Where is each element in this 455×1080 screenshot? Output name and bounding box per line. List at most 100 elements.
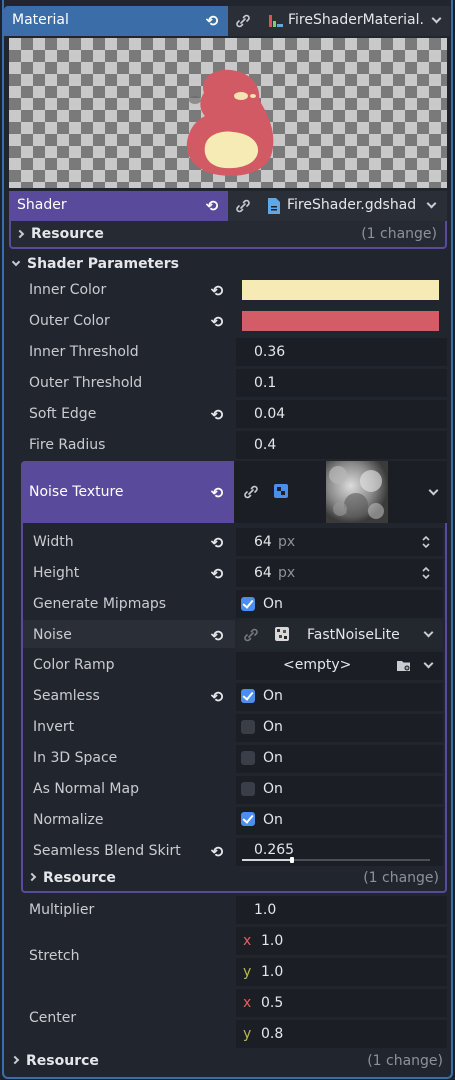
- inner-color-swatch[interactable]: [242, 280, 439, 300]
- revert-icon[interactable]: ⟲: [209, 283, 225, 299]
- normalize-text: On: [263, 812, 283, 828]
- material-label: Material: [12, 12, 69, 28]
- material-header[interactable]: Material ⟲: [4, 6, 228, 36]
- shader-resource-section[interactable]: Resource (1 change): [9, 221, 447, 249]
- soft-edge-value: 0.04: [254, 406, 286, 422]
- material-resource-picker[interactable]: FireShaderMaterial.: [228, 6, 450, 36]
- center-label: Center: [29, 1010, 77, 1026]
- invert-text: On: [263, 719, 283, 735]
- revert-icon[interactable]: ⟲: [204, 198, 220, 214]
- revert-icon[interactable]: ⟲: [209, 566, 225, 582]
- outer-threshold-label: Outer Threshold: [29, 375, 143, 391]
- revert-icon[interactable]: ⟲: [209, 535, 225, 551]
- width-value: 64: [254, 534, 272, 550]
- multiplier-label: Multiplier: [29, 902, 95, 918]
- center-y-value: 0.8: [261, 1026, 284, 1042]
- color-ramp-value: <empty>: [283, 657, 352, 673]
- link-icon[interactable]: [234, 197, 252, 215]
- height-value: 64: [254, 565, 272, 581]
- link-icon[interactable]: [242, 626, 260, 644]
- outer-color-swatch[interactable]: [242, 311, 439, 331]
- seamless-blend-skirt-label: Seamless Blend Skirt: [33, 843, 181, 859]
- fire-radius-value: 0.4: [254, 437, 277, 453]
- chevron-down-icon[interactable]: [431, 13, 442, 24]
- noise-texture-label: Noise Texture: [29, 484, 124, 500]
- invert-checkbox[interactable]: [241, 720, 255, 734]
- shader-header[interactable]: Shader ⟲: [9, 191, 228, 221]
- chevron-down-icon[interactable]: [428, 485, 439, 496]
- revert-icon[interactable]: ⟲: [209, 485, 225, 501]
- stretch-y-axis-label: y: [243, 964, 252, 980]
- height-label: Height: [33, 565, 80, 581]
- link-icon[interactable]: [242, 483, 260, 501]
- seamless-blend-skirt-slider-grabber[interactable]: [290, 857, 294, 863]
- noise-texture-header[interactable]: Noise Texture ⟲: [21, 461, 234, 523]
- resource-changes: (1 change): [367, 1053, 443, 1069]
- as-normal-map-checkbox[interactable]: [241, 782, 255, 796]
- in-3d-space-text: On: [263, 750, 283, 766]
- chevron-right-icon: [15, 229, 25, 239]
- resource-label: Resource: [43, 870, 116, 886]
- spinner-icon[interactable]: [421, 534, 431, 550]
- chevron-down-icon[interactable]: [426, 198, 437, 209]
- shader-file-icon: [268, 198, 280, 214]
- shader-resource-picker[interactable]: FireShader.gdshad: [228, 191, 447, 221]
- spinner-icon[interactable]: [421, 565, 431, 581]
- in-3d-space-checkbox[interactable]: [241, 751, 255, 765]
- link-icon[interactable]: [234, 12, 252, 30]
- invert-label: Invert: [33, 719, 75, 735]
- inner-threshold-value: 0.36: [254, 344, 286, 360]
- seamless-blend-skirt-slider-fill: [242, 859, 292, 861]
- noise-label: Noise: [33, 627, 72, 643]
- center-y-axis-label: y: [243, 1026, 252, 1042]
- in-3d-space-label: In 3D Space: [33, 750, 118, 766]
- seamless-label: Seamless: [33, 688, 100, 704]
- shader-parameters-header[interactable]: Shader Parameters: [9, 253, 447, 277]
- as-normal-map-text: On: [263, 781, 283, 797]
- material-preview: [9, 38, 447, 188]
- revert-icon[interactable]: ⟲: [209, 628, 225, 644]
- revert-icon[interactable]: ⟲: [209, 314, 225, 330]
- center-x-axis-label: x: [243, 995, 252, 1011]
- revert-icon[interactable]: ⟲: [204, 13, 220, 29]
- normalize-label: Normalize: [33, 812, 104, 828]
- revert-icon[interactable]: ⟲: [209, 844, 225, 860]
- center-x-value: 0.5: [261, 995, 284, 1011]
- chevron-right-icon: [27, 872, 37, 882]
- width-label: Width: [33, 534, 74, 550]
- color-ramp-label: Color Ramp: [33, 657, 115, 673]
- shader-resource-name: FireShader.gdshad: [287, 197, 417, 213]
- seamless-blend-skirt-value: 0.265: [254, 842, 295, 858]
- resource-label: Resource: [31, 226, 104, 242]
- material-resource-section[interactable]: Resource (1 change): [6, 1049, 449, 1073]
- as-normal-map-label: As Normal Map: [33, 781, 139, 797]
- stretch-label: Stretch: [29, 948, 80, 964]
- material-icon: [269, 15, 283, 27]
- outer-threshold-value: 0.1: [254, 375, 277, 391]
- revert-icon[interactable]: ⟲: [209, 407, 225, 423]
- fire-radius-label: Fire Radius: [29, 437, 106, 453]
- resource-changes: (1 change): [361, 226, 437, 242]
- noise-resource-section[interactable]: Resource (1 change): [23, 866, 445, 890]
- generate-mipmaps-text: On: [263, 596, 283, 612]
- revert-icon[interactable]: ⟲: [209, 689, 225, 705]
- stretch-x-axis-label: x: [243, 933, 252, 949]
- height-unit: px: [278, 565, 296, 581]
- chevron-right-icon: [10, 1055, 20, 1065]
- folder-icon[interactable]: [396, 659, 411, 672]
- generate-mipmaps-checkbox[interactable]: [241, 597, 255, 611]
- noise-icon: [275, 627, 289, 641]
- normalize-checkbox[interactable]: [241, 812, 255, 826]
- resource-label: Resource: [26, 1053, 99, 1069]
- noise-resource-name: FastNoiseLite: [307, 627, 400, 643]
- material-resource-name: FireShaderMaterial.: [288, 12, 424, 28]
- noise-texture-picker[interactable]: [234, 461, 447, 523]
- shader-parameters-title: Shader Parameters: [27, 256, 179, 272]
- stretch-y-value: 1.0: [261, 964, 284, 980]
- noise-texture-thumbnail: [326, 461, 388, 523]
- seamless-checkbox[interactable]: [241, 689, 255, 703]
- fire-preview-image: [186, 69, 274, 176]
- resource-changes: (1 change): [363, 870, 439, 886]
- width-unit: px: [278, 534, 296, 550]
- multiplier-value: 1.0: [254, 902, 277, 918]
